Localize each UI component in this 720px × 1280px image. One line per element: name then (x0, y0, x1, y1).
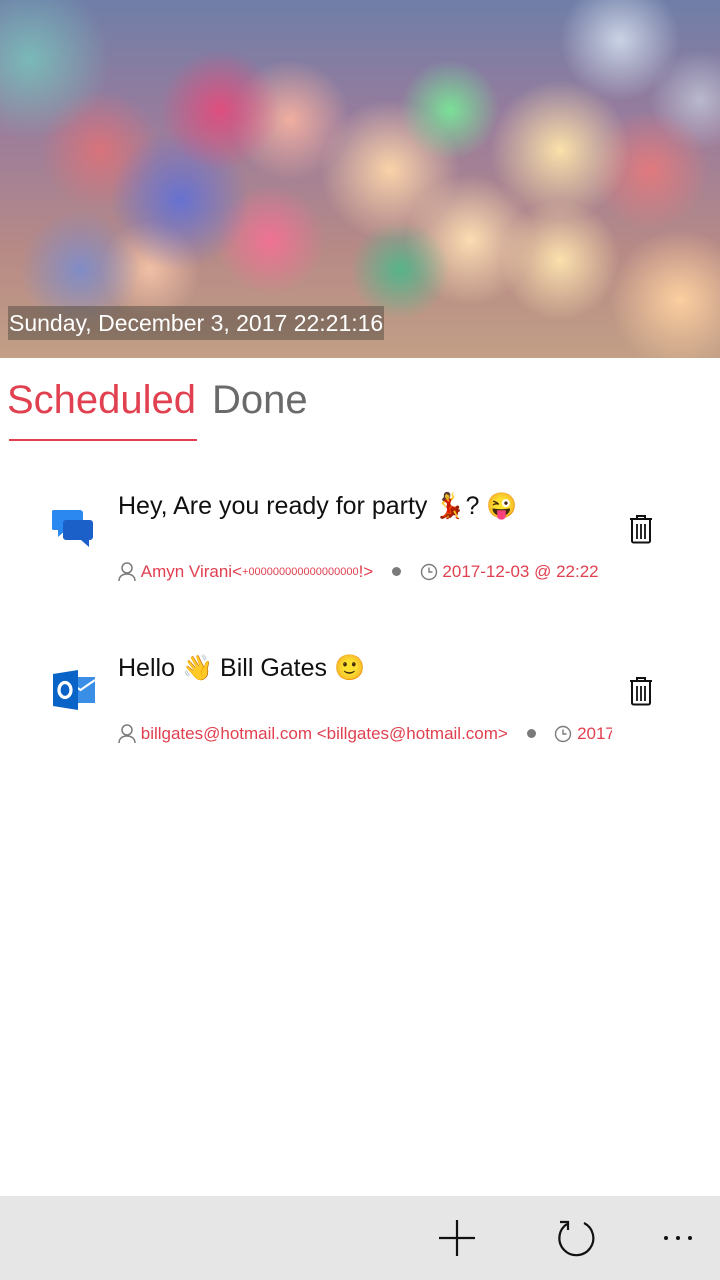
message-meta: Amyn Virani <+000000000000000000!> 2017-… (118, 558, 612, 584)
message-title: Hello 👋 Bill Gates 🙂 (118, 648, 365, 688)
more-icon[interactable] (656, 1216, 700, 1260)
tab-scheduled[interactable]: Scheduled (7, 376, 196, 424)
message-name: Bill Gates (220, 654, 328, 682)
current-datetime: Sunday, December 3, 2017 22:21:16 (8, 306, 385, 340)
active-tab-indicator (9, 439, 197, 441)
recipient-number: +000000000000000000 (242, 565, 359, 578)
winking-face-emoji: 😜 (486, 492, 518, 520)
header-image: Sunday, December 3, 2017 22:21:16 (0, 0, 720, 358)
dancer-emoji: 💃 (434, 492, 466, 520)
clock-icon (555, 725, 572, 742)
smiling-face-emoji: 🙂 (333, 654, 366, 682)
schedule-time: 2017 (577, 723, 612, 743)
person-icon (118, 561, 136, 581)
plus-icon[interactable] (435, 1216, 479, 1260)
list-item[interactable]: Hey, Are you ready for party 💃? 😜 Amyn V… (0, 480, 720, 600)
tab-bar: Scheduled Done (0, 370, 720, 450)
clock-icon (420, 563, 437, 580)
message-punctuation: ? (465, 492, 480, 520)
message-title: Hey, Are you ready for party 💃? 😜 (118, 486, 518, 526)
recipient: billgates@hotmail.com <billgates@hotmail… (140, 723, 508, 743)
tab-done[interactable]: Done (212, 376, 308, 424)
schedule-time: 2017-12-03 @ 22:22 (442, 561, 599, 581)
delete-icon[interactable] (628, 514, 654, 544)
person-icon (118, 723, 136, 743)
delete-icon[interactable] (628, 676, 654, 706)
separator-dot (526, 729, 536, 739)
message-meta: billgates@hotmail.com <billgates@hotmail… (118, 720, 612, 746)
outlook-icon (53, 670, 96, 710)
waving-hand-emoji: 👋 (181, 654, 214, 682)
recipient-name: Amyn Virani (140, 561, 233, 581)
messaging-icon (52, 510, 93, 547)
recipient-open-bracket: < (232, 561, 243, 581)
list-item[interactable]: Hello 👋 Bill Gates 🙂 billgates@hotmail.c… (0, 642, 720, 762)
app-bar (0, 1196, 720, 1280)
separator-dot (391, 567, 401, 577)
refresh-icon[interactable] (554, 1216, 598, 1260)
message-text: Hello (118, 654, 175, 682)
message-text: Hey, Are you ready for party (118, 492, 428, 520)
recipient-close-bracket: !> (358, 561, 374, 581)
